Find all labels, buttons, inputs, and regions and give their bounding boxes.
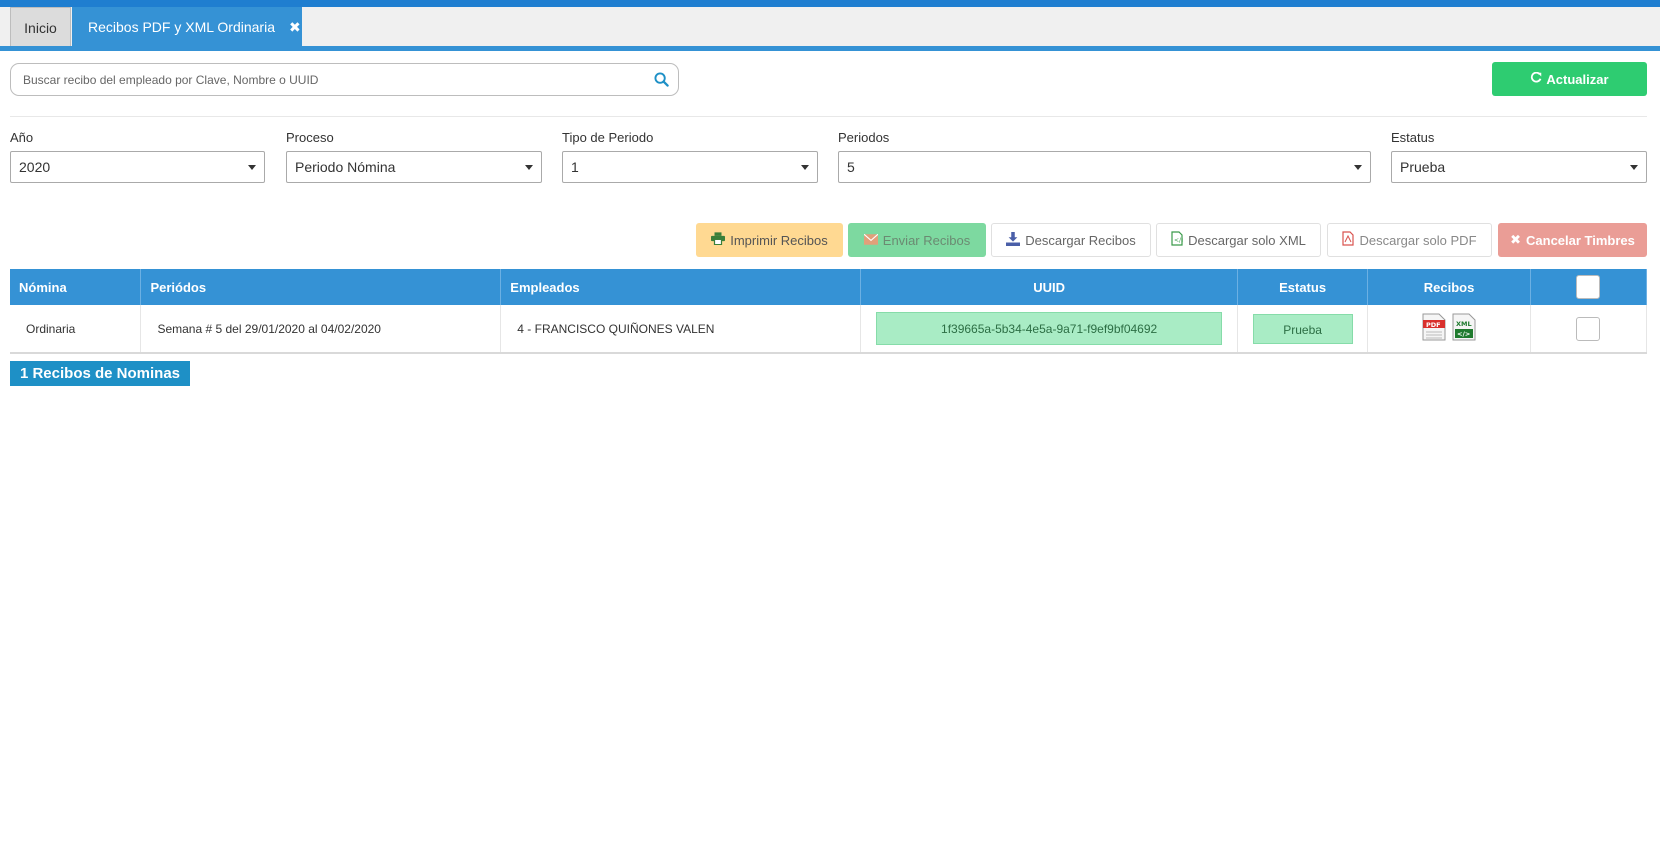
anio-field: Año 2020 [10,130,265,183]
header-periodos[interactable]: Periódos [140,269,502,305]
row-checkbox[interactable] [1576,316,1601,341]
header-recibos[interactable]: Recibos [1367,269,1531,305]
file-code-icon: </> [1171,231,1186,249]
tab-inicio-label: Inicio [24,19,57,36]
tipo-periodo-select[interactable]: 1 [562,151,818,183]
anio-value: 2020 [19,159,51,175]
search-icon[interactable] [654,72,669,90]
actualizar-label: Actualizar [1546,71,1609,87]
descargar-xml-label: Descargar solo XML [1188,232,1306,248]
estatus-value: Prueba [1400,159,1446,175]
tab-inicio[interactable]: Inicio [10,7,71,47]
periodos-select[interactable]: 5 [838,151,1371,183]
estatus-select[interactable]: Prueba [1391,151,1647,183]
header-nomina[interactable]: Nómina [10,269,142,305]
printer-icon [711,232,726,248]
chevron-down-icon [248,165,256,170]
descargar-pdf-button[interactable]: Descargar solo PDF [1327,223,1492,257]
xml-file-icon[interactable]: XML </> [1452,313,1476,344]
periodos-field: Periodos 5 [838,130,1371,183]
search-input[interactable] [23,72,643,87]
header-empleados[interactable]: Empleados [500,269,862,305]
cell-periodo: Semana # 5 del 29/01/2020 al 04/02/2020 [140,305,502,354]
tab-recibos[interactable]: Recibos PDF y XML Ordinaria ✖ [72,7,302,47]
estatus-field: Estatus Prueba [1391,130,1647,183]
tipo-periodo-field: Tipo de Periodo 1 [562,130,818,183]
anio-label: Año [10,130,34,145]
cell-empleado: 4 - FRANCISCO QUIÑONES VALEN [500,305,862,354]
chevron-down-icon [525,165,533,170]
descargar-pdf-label: Descargar solo PDF [1359,232,1477,248]
svg-text:</>: </> [1457,330,1470,338]
enviar-recibos-button[interactable]: Enviar Recibos [848,223,986,257]
tab-recibos-label: Recibos PDF y XML Ordinaria [88,19,275,35]
descargar-xml-button[interactable]: </> Descargar solo XML [1156,223,1321,257]
table-row[interactable]: Ordinaria Semana # 5 del 29/01/2020 al 0… [10,305,1648,354]
uuid-badge: 1f39665a-5b34-4e5a-9a71-f9ef9bf04692 [876,312,1223,345]
chevron-down-icon [1630,165,1638,170]
imprimir-recibos-button[interactable]: Imprimir Recibos [696,223,843,257]
cell-recibos: PDF XML </> [1367,305,1531,354]
search-box [10,63,679,96]
proceso-value: Periodo Nómina [295,159,396,175]
cell-select [1530,305,1648,354]
cancelar-timbres-button[interactable]: ✖ Cancelar Timbres [1498,223,1647,257]
proceso-field: Proceso Periodo Nómina [286,130,542,183]
close-icon: ✖ [1510,232,1522,247]
periodos-value: 5 [847,159,855,175]
envelope-icon [863,233,879,248]
divider [10,116,1647,117]
pdf-file-label: PDF [1426,321,1441,329]
chevron-down-icon [801,165,809,170]
tipo-periodo-label: Tipo de Periodo [562,130,654,145]
header-select [1530,269,1648,305]
status-badge: Prueba [1252,313,1353,344]
pdf-file-icon[interactable]: PDF [1422,313,1446,344]
cell-uuid: 1f39665a-5b34-4e5a-9a71-f9ef9bf04692 [860,305,1239,354]
top-accent-bar [0,0,1660,7]
download-icon [1006,231,1021,249]
xml-file-label: XML [1456,320,1472,328]
cell-estatus: Prueba [1237,305,1369,354]
refresh-icon [1530,71,1542,87]
descargar-recibos-label: Descargar Recibos [1025,232,1136,248]
periodos-label: Periodos [838,130,890,145]
tipo-periodo-value: 1 [571,159,579,175]
proceso-label: Proceso [286,130,334,145]
actualizar-button[interactable]: Actualizar [1492,62,1647,96]
proceso-select[interactable]: Periodo Nómina [286,151,542,183]
enviar-recibos-label: Enviar Recibos [882,232,971,248]
recibos-table: Nómina Periódos Empleados UUID Estatus R… [10,269,1648,354]
file-pdf-icon [1342,231,1355,249]
cancelar-timbres-label: Cancelar Timbres [1526,232,1635,248]
header-uuid[interactable]: UUID [860,269,1239,305]
descargar-recibos-button[interactable]: Descargar Recibos [991,223,1151,257]
close-tab-icon[interactable]: ✖ [289,19,301,36]
svg-text:</>: </> [1174,237,1183,244]
imprimir-recibos-label: Imprimir Recibos [730,232,828,248]
cell-nomina: Ordinaria [10,305,142,354]
total-recibos-badge: 1 Recibos de Nominas [10,361,190,386]
header-estatus[interactable]: Estatus [1237,269,1369,305]
estatus-label: Estatus [1391,130,1435,145]
tab-underline [0,46,1660,51]
select-all-checkbox[interactable] [1576,275,1601,299]
chevron-down-icon [1354,165,1362,170]
table-header-row: Nómina Periódos Empleados UUID Estatus R… [10,269,1648,305]
anio-select[interactable]: 2020 [10,151,265,183]
